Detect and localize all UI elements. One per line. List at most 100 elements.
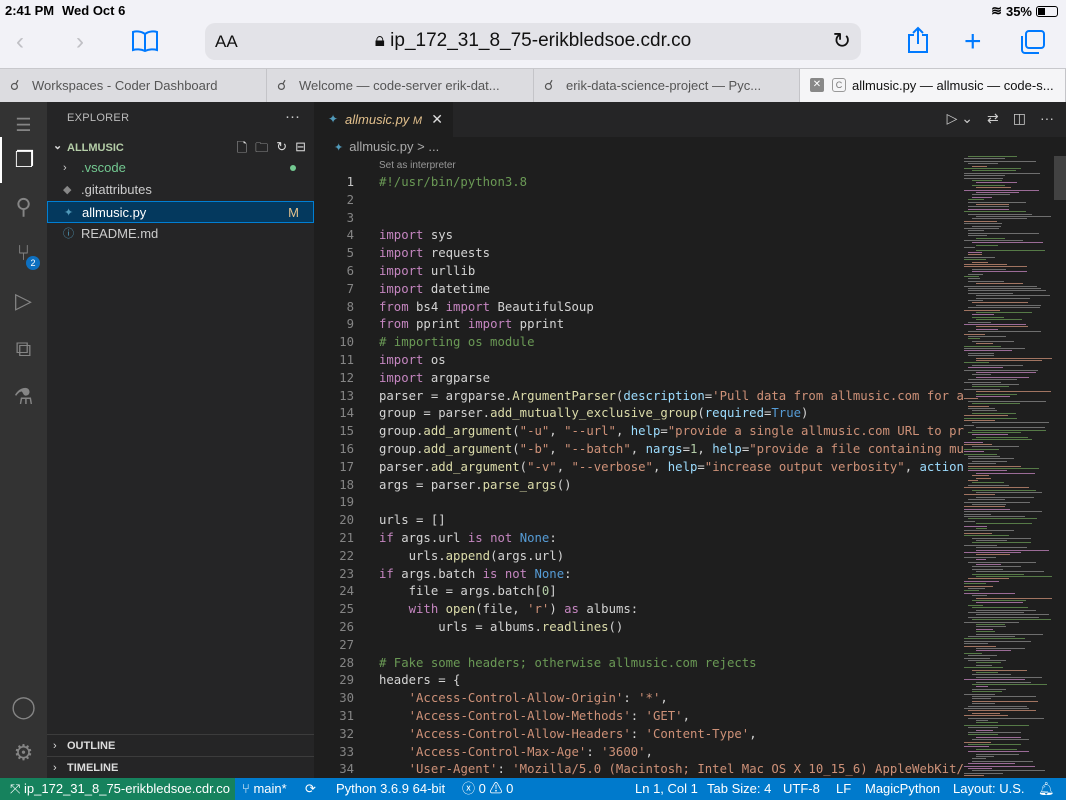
extensions-icon[interactable]: ⧉ xyxy=(0,326,47,372)
code-line[interactable]: 'Access-Control-Allow-Headers': 'Content… xyxy=(379,727,757,741)
code-line[interactable]: parser = argparse.ArgumentParser(descrip… xyxy=(379,389,964,403)
outline-panel-header[interactable]: › OUTLINE xyxy=(47,734,314,756)
code-line[interactable]: from bs4 import BeautifulSoup xyxy=(379,300,594,314)
code-line[interactable]: import requests xyxy=(379,246,490,260)
code-line[interactable]: group.add_argument("-b", "--batch", narg… xyxy=(379,442,964,456)
minimap-line xyxy=(972,364,1024,366)
run-icon[interactable]: ▷ ⌄ xyxy=(947,110,973,127)
tabs-overview-icon[interactable] xyxy=(1020,30,1046,61)
code-line[interactable]: urls.append(args.url) xyxy=(379,549,565,563)
forward-icon[interactable]: › xyxy=(76,28,84,56)
more-actions-icon[interactable]: ··· xyxy=(285,108,300,125)
sync-icon[interactable]: ⟳ xyxy=(305,778,316,800)
code-line[interactable]: args = parser.parse_args() xyxy=(379,478,572,492)
minimap-line xyxy=(972,691,1003,693)
new-tab-icon[interactable]: + xyxy=(964,27,982,57)
code-line[interactable]: 'User-Agent': 'Mozilla/5.0 (Macintosh; I… xyxy=(379,762,964,776)
code-line[interactable]: urls = albums.readlines() xyxy=(379,620,623,634)
code-line[interactable]: import os xyxy=(379,353,446,367)
browser-tab[interactable]: ☌ Workspaces - Coder Dashboard xyxy=(0,69,267,102)
timeline-panel-header[interactable]: › TIMELINE xyxy=(47,756,314,778)
cursor-position[interactable]: Ln 1, Col 1 xyxy=(635,778,698,800)
minimap-line xyxy=(976,297,1031,299)
minimap-line xyxy=(976,624,1005,625)
code-line[interactable]: if args.batch is not None: xyxy=(379,567,572,581)
tree-item-gitattributes[interactable]: ◆ .gitattributes xyxy=(47,179,314,201)
tab-size[interactable]: Tab Size: 4 xyxy=(707,778,771,800)
set-interpreter-codelens[interactable]: Set as interpreter xyxy=(379,160,456,171)
keyboard-layout[interactable]: Layout: U.S. xyxy=(953,778,1025,800)
minimap-line xyxy=(964,657,990,659)
close-tab-icon[interactable]: ✕ xyxy=(810,78,824,92)
more-actions-icon[interactable]: ··· xyxy=(1040,110,1054,127)
source-control-icon[interactable]: ⑂ 2 xyxy=(0,230,47,276)
split-editor-icon[interactable]: ◫ xyxy=(1013,110,1026,127)
code-editor[interactable]: 1 #!/usr/bin/python3.8 2 3 4 import sys 5 impor… xyxy=(314,175,964,778)
code-line[interactable]: headers = { xyxy=(379,673,460,687)
code-line[interactable]: parser.add_argument("-v", "--verbose", h… xyxy=(379,460,964,474)
breadcrumb[interactable]: ✦ allmusic.py > ... xyxy=(334,139,439,154)
code-line[interactable]: #!/usr/bin/python3.8 xyxy=(379,175,527,189)
language-mode[interactable]: MagicPython xyxy=(865,778,940,800)
explorer-icon[interactable]: ❐ xyxy=(0,137,47,183)
code-line[interactable]: urls = [] xyxy=(379,513,446,527)
code-line[interactable]: import argparse xyxy=(379,371,490,385)
minimap-line xyxy=(964,643,989,645)
editor-tab-allmusic[interactable]: ✦ allmusic.py M ✕ xyxy=(314,102,453,137)
minimap-line xyxy=(972,482,1005,484)
code-line[interactable]: 'Access-Control-Allow-Origin': '*', xyxy=(379,691,668,705)
code-line[interactable]: from pprint import pprint xyxy=(379,317,564,331)
code-line[interactable]: file = args.batch[0] xyxy=(379,584,557,598)
code-line[interactable]: 'Access-Control-Allow-Methods': 'GET', xyxy=(379,709,690,723)
minimap-line xyxy=(964,256,995,258)
code-line[interactable]: with open(file, 'r') as albums: xyxy=(379,602,639,616)
code-line[interactable]: if args.url is not None: xyxy=(379,531,557,545)
line-number: 16 xyxy=(339,442,354,456)
minimap-line xyxy=(968,734,998,736)
address-bar[interactable]: AA 🔒︎ ip_172_31_8_75-erikbledsoe.cdr.co … xyxy=(205,23,861,60)
run-debug-icon[interactable]: ▷ xyxy=(0,278,47,324)
code-line[interactable]: group.add_argument("-u", "--url", help="… xyxy=(379,424,964,438)
bookmarks-icon[interactable] xyxy=(132,30,158,59)
code-line[interactable]: group = parser.add_mutually_exclusive_gr… xyxy=(379,406,808,420)
tree-item-readme[interactable]: ⓘ README.md xyxy=(47,223,314,245)
encoding[interactable]: UTF-8 xyxy=(783,778,820,800)
code-line[interactable]: import datetime xyxy=(379,282,490,296)
browser-tab[interactable]: ☌ Welcome — code-server erik-dat... xyxy=(267,69,534,102)
browser-tab-active[interactable]: ✕ Callmusic.py — allmusic — code-s... xyxy=(800,69,1066,102)
remote-indicator[interactable]: ⤧ ip_172_31_8_75-erikbledsoe.cdr.co xyxy=(0,778,235,800)
close-icon[interactable]: ✕ xyxy=(431,102,443,137)
minimap-line xyxy=(964,746,989,748)
code-line[interactable]: # Fake some headers; otherwise allmusic.… xyxy=(379,656,757,670)
account-icon[interactable]: ◯ xyxy=(0,684,47,730)
code-line[interactable]: # importing os module xyxy=(379,335,534,349)
reload-icon[interactable]: ↻ xyxy=(833,28,851,54)
code-line[interactable]: import urllib xyxy=(379,264,475,278)
minimap-line xyxy=(968,232,1040,234)
testing-icon[interactable]: ⚗ xyxy=(0,374,47,420)
minimap[interactable] xyxy=(964,156,1054,778)
editor-scrollbar[interactable] xyxy=(1054,156,1066,200)
settings-gear-icon[interactable]: ⚙ xyxy=(0,730,47,776)
notifications-bell-icon[interactable]: 🔔︎ xyxy=(1038,778,1055,800)
line-number: 4 xyxy=(346,228,354,243)
minimap-line xyxy=(964,765,1036,767)
minimap-line xyxy=(968,201,1026,203)
end-of-line[interactable]: LF xyxy=(836,778,851,800)
share-icon[interactable] xyxy=(906,26,930,61)
branch-indicator[interactable]: ⑂ main* xyxy=(242,778,287,800)
back-icon[interactable]: ‹ xyxy=(16,28,24,56)
minimap-line xyxy=(976,204,1009,205)
tree-item-allmusic[interactable]: ✦ allmusic.py M xyxy=(47,201,314,223)
folder-header[interactable]: ⌄ ALLMUSIC 🗋 🗀 ↻ ⊟ xyxy=(47,138,314,158)
tree-item-vscode[interactable]: › .vscode xyxy=(47,157,314,179)
code-line[interactable]: 'Access-Control-Max-Age': '3600', xyxy=(379,745,653,759)
search-icon[interactable]: ⚲ xyxy=(0,184,47,230)
minimap-line xyxy=(972,770,1046,772)
problems-indicator[interactable]: ⓧ 0 ⚠ 0 xyxy=(462,778,513,800)
python-interpreter[interactable]: Python 3.6.9 64-bit xyxy=(336,778,445,800)
compare-changes-icon[interactable]: ⇄ xyxy=(987,110,999,127)
minimap-line xyxy=(968,468,1039,469)
code-line[interactable]: import sys xyxy=(379,228,453,242)
browser-tab[interactable]: ☌ erik-data-science-project — Pyc... xyxy=(534,69,800,102)
